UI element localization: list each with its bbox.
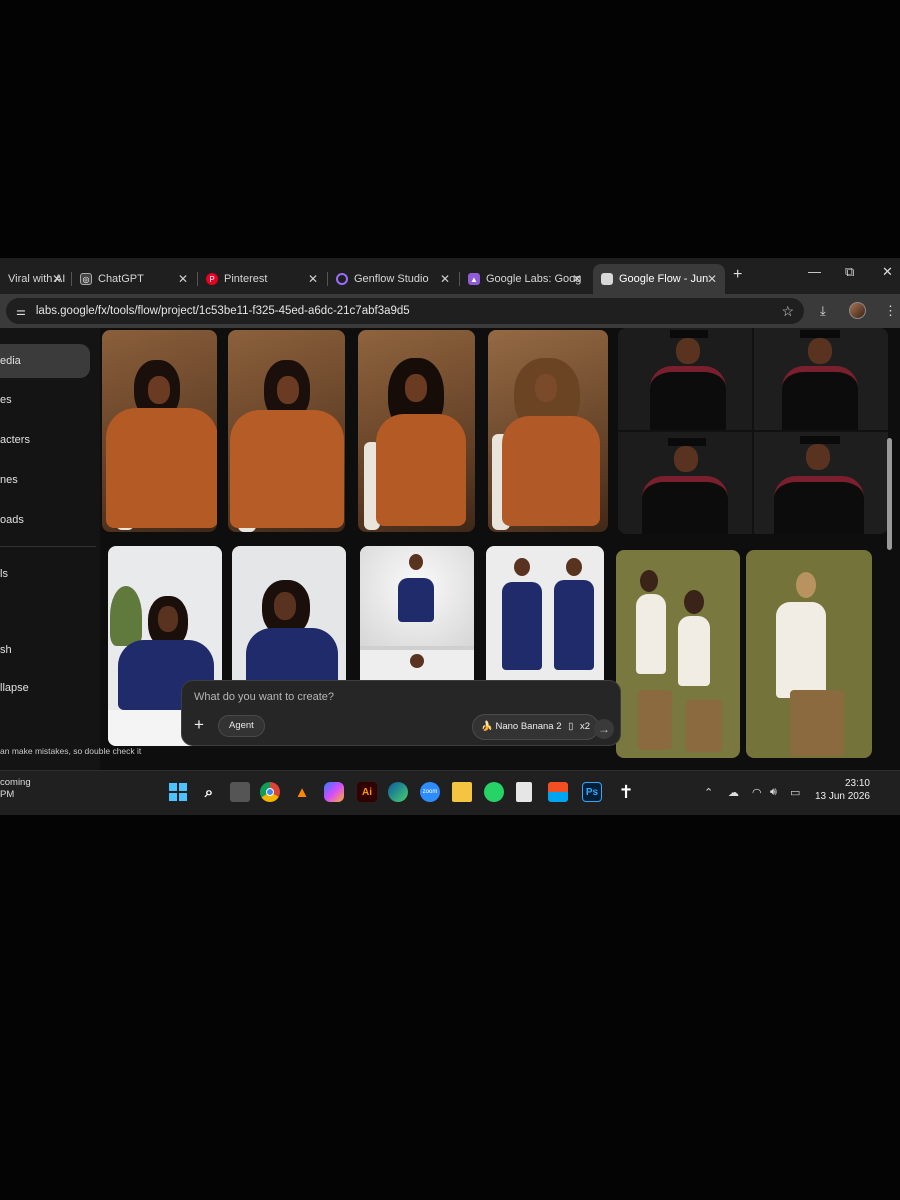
model-name: Nano Banana 2 xyxy=(495,721,562,732)
prompt-composer[interactable]: What do you want to create? + Agent 🍌 Na… xyxy=(181,680,621,746)
flow-project-page: edia es acters nes oads ls sh llapse an … xyxy=(0,328,900,770)
olive-white-dress-portrait-1[interactable] xyxy=(616,550,740,758)
close-tab-icon[interactable]: ✕ xyxy=(707,272,717,286)
monitor-screen: Viral with AI ✕ ◎ ChatGPT ✕ P Pinterest … xyxy=(0,258,900,815)
tab-title: ChatGPT xyxy=(98,273,144,285)
new-tab-button[interactable]: + xyxy=(733,266,742,284)
photo-dark-keyboard xyxy=(0,815,900,1200)
cross-icon[interactable]: ✝ xyxy=(616,782,636,802)
close-tab-icon[interactable]: ✕ xyxy=(178,272,188,286)
clock-time: 23:10 xyxy=(844,778,870,789)
task-view-icon[interactable] xyxy=(230,782,250,802)
genflow-icon xyxy=(336,273,348,285)
sidebar-item-tools[interactable]: ls xyxy=(0,568,90,580)
sidebar-item-media[interactable]: edia xyxy=(0,344,90,378)
tab-title: Pinterest xyxy=(224,273,268,285)
olive-white-dress-portrait-2[interactable] xyxy=(746,550,872,758)
add-attachment-button[interactable]: + xyxy=(194,715,204,735)
prompt-input[interactable]: What do you want to create? xyxy=(194,691,334,703)
model-selector[interactable]: 🍌 Nano Banana 2 ▯ x2 xyxy=(472,714,600,740)
volume-icon[interactable]: 🔊︎ xyxy=(770,786,777,799)
sidebar: edia es acters nes oads ls sh llapse an … xyxy=(0,328,141,770)
tab-chatgpt[interactable]: ◎ ChatGPT ✕ xyxy=(72,264,196,294)
tab-title: Genflow Studio xyxy=(354,273,429,285)
tab-pinterest[interactable]: P Pinterest ✕ xyxy=(198,264,326,294)
notepad-icon[interactable] xyxy=(516,782,532,802)
battery-icon[interactable]: ▭ xyxy=(790,786,800,799)
copilot-icon[interactable] xyxy=(324,782,344,802)
start-icon[interactable] xyxy=(168,782,188,802)
clock[interactable]: 23:10 13 Jun 2026 xyxy=(808,777,870,803)
windows-taskbar: coming PM ⌕ ▲ Ai zoom Ps ✝ ⌃ ☁ ◠ 🔊︎ ▭ 23… xyxy=(0,770,900,815)
chevron-up-icon[interactable]: ⌃ xyxy=(704,786,713,799)
download-icon[interactable]: ⤓ xyxy=(820,303,826,319)
close-tab-icon[interactable]: ✕ xyxy=(572,272,582,286)
profile-avatar[interactable] xyxy=(849,302,866,319)
sidebar-item-collapse[interactable]: llapse xyxy=(0,682,90,694)
send-button[interactable]: → xyxy=(594,719,614,739)
sidebar-item-images[interactable]: es xyxy=(0,394,90,406)
gallery-scrollbar[interactable] xyxy=(887,438,892,550)
agent-button[interactable]: Agent xyxy=(218,715,265,737)
site-settings-icon[interactable]: ⚌ xyxy=(16,305,26,318)
output-icon: ▯ xyxy=(568,721,574,732)
file-explorer-icon[interactable] xyxy=(452,782,472,802)
orange-dress-portrait-3[interactable] xyxy=(358,330,475,532)
sidebar-item-scenes[interactable]: nes xyxy=(0,474,90,486)
close-tab-icon[interactable]: ✕ xyxy=(52,272,62,286)
graduation-portrait-grid[interactable] xyxy=(618,328,888,534)
vlc-icon[interactable]: ▲ xyxy=(292,782,312,802)
orange-dress-portrait-2[interactable] xyxy=(228,330,345,532)
pinterest-icon: P xyxy=(206,273,218,285)
photoshop-icon[interactable]: Ps xyxy=(582,782,602,802)
banana-icon: 🍌 xyxy=(481,721,493,732)
address-bar[interactable]: ⚌ labs.google/fx/tools/flow/project/1c53… xyxy=(6,298,804,324)
bookmark-star-icon[interactable]: ☆ xyxy=(781,303,794,320)
more-menu-icon[interactable]: ⋮ xyxy=(884,303,897,319)
minimize-button[interactable]: — xyxy=(808,264,821,279)
zoom-icon[interactable]: zoom xyxy=(420,782,440,802)
browser-toolbar: ⚌ labs.google/fx/tools/flow/project/1c53… xyxy=(0,294,900,328)
tab-genflow-studio[interactable]: Genflow Studio ✕ xyxy=(328,264,458,294)
output-count: x2 xyxy=(580,721,591,732)
illustrator-icon[interactable]: Ai xyxy=(357,782,377,802)
onedrive-icon[interactable]: ☁ xyxy=(728,786,739,799)
tab-title: Google Flow - Jun xyxy=(619,273,709,285)
tab-title: Google Labs: Goog xyxy=(486,273,582,285)
weather-widget[interactable]: coming PM xyxy=(0,777,31,801)
close-window-button[interactable]: ✕ xyxy=(882,264,893,280)
tab-google-flow[interactable]: Google Flow - Jun ✕ xyxy=(593,264,725,294)
orange-dress-portrait-4[interactable] xyxy=(488,330,608,532)
edge-icon[interactable] xyxy=(388,782,408,802)
chrome-icon[interactable] xyxy=(260,782,280,802)
url-text: labs.google/fx/tools/flow/project/1c53be… xyxy=(35,305,410,317)
chatgpt-icon: ◎ xyxy=(80,273,92,285)
photo-dark-top xyxy=(0,0,900,258)
sidebar-item-uploads[interactable]: oads xyxy=(0,514,90,526)
sidebar-item-trash[interactable]: sh xyxy=(0,644,90,656)
tab-strip: Viral with AI ✕ ◎ ChatGPT ✕ P Pinterest … xyxy=(0,258,900,294)
flow-page-icon xyxy=(601,273,613,285)
sidebar-item-characters[interactable]: acters xyxy=(0,434,90,446)
clock-date: 13 Jun 2026 xyxy=(814,791,870,802)
tab-google-labs[interactable]: ▲ Google Labs: Goog ✕ xyxy=(460,264,590,294)
wifi-icon[interactable]: ◠ xyxy=(752,786,762,799)
close-tab-icon[interactable]: ✕ xyxy=(440,272,450,286)
tab-viral-with-ai[interactable]: Viral with AI ✕ xyxy=(0,264,70,294)
whatsapp-icon[interactable] xyxy=(484,782,504,802)
restore-button[interactable]: ⧉ xyxy=(845,264,854,280)
google-labs-icon: ▲ xyxy=(468,273,480,285)
search-icon[interactable]: ⌕ xyxy=(199,782,219,802)
store-icon[interactable] xyxy=(548,782,568,802)
close-tab-icon[interactable]: ✕ xyxy=(308,272,318,286)
orange-dress-portrait-1[interactable] xyxy=(102,330,217,532)
